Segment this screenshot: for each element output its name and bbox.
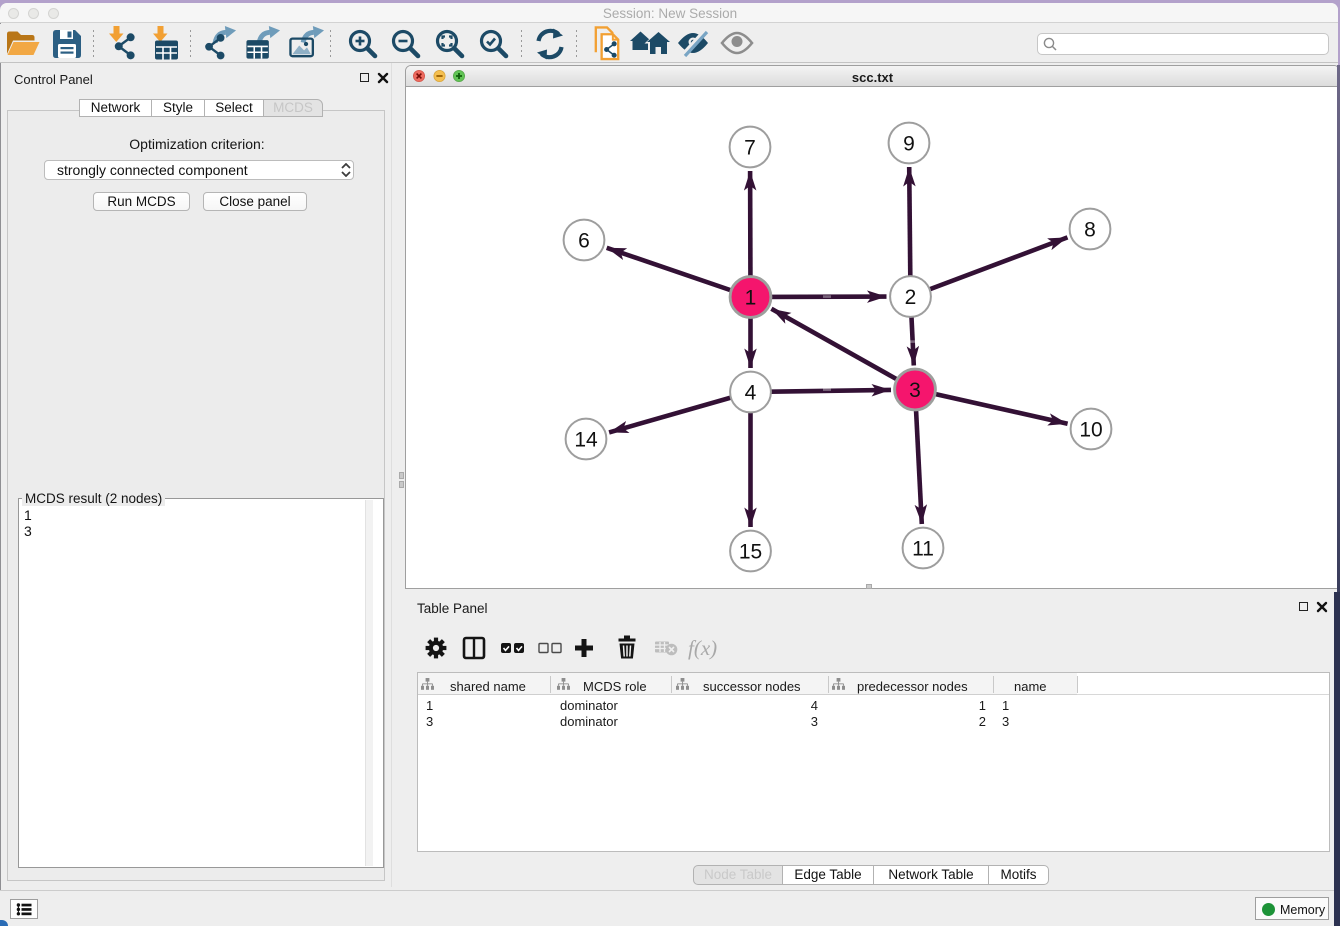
- svg-text:11: 11: [912, 538, 934, 561]
- svg-text:7: 7: [744, 137, 756, 160]
- svg-text:3: 3: [909, 379, 921, 402]
- svg-text:4: 4: [745, 382, 757, 405]
- svg-text:1: 1: [745, 287, 757, 310]
- svg-text:10: 10: [1079, 419, 1102, 442]
- svg-text:14: 14: [574, 429, 598, 452]
- svg-text:8: 8: [1084, 219, 1096, 242]
- svg-text:6: 6: [578, 230, 590, 253]
- svg-text:15: 15: [739, 541, 762, 564]
- svg-text:2: 2: [905, 286, 917, 309]
- svg-text:9: 9: [903, 133, 915, 156]
- svg-text:f(x): f(x): [688, 636, 717, 660]
